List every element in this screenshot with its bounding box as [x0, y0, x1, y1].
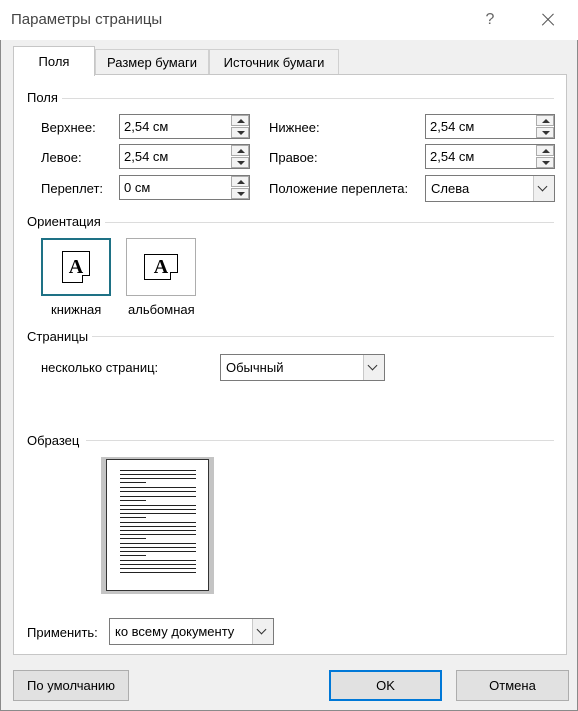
gutter-position-label: Положение переплета: [269, 181, 409, 196]
pages-group-label: Страницы [27, 329, 93, 344]
ok-button[interactable]: OK [329, 670, 442, 701]
group-divider [86, 440, 554, 441]
gutter-label: Переплет: [41, 181, 104, 196]
tab-paper-size[interactable]: Размер бумаги [95, 49, 209, 75]
help-button[interactable]: ? [478, 8, 502, 32]
tab-margins[interactable]: Поля [13, 46, 95, 76]
landscape-label: альбомная [128, 302, 195, 317]
portrait-label: книжная [51, 302, 102, 317]
chevron-down-icon[interactable] [533, 176, 554, 201]
dialog-title: Параметры страницы [11, 11, 163, 28]
landscape-button[interactable]: A [126, 238, 196, 296]
margins-group-label: Поля [27, 90, 62, 105]
bottom-margin-label: Нижнее: [269, 120, 320, 135]
title-bar: Параметры страницы ? [0, 0, 578, 40]
apply-label: Применить: [27, 625, 98, 640]
spin-down-icon[interactable] [231, 188, 249, 199]
spin-up-icon[interactable] [231, 115, 249, 126]
spin-down-icon[interactable] [231, 127, 249, 138]
spin-down-icon[interactable] [536, 157, 554, 168]
spin-down-icon[interactable] [231, 157, 249, 168]
apply-to-select[interactable]: ко всему документу [109, 618, 274, 645]
preview-page [106, 459, 209, 591]
bottom-margin-value: 2,54 см [430, 119, 475, 134]
group-divider [88, 336, 554, 337]
orientation-group-label: Ориентация [27, 214, 105, 229]
left-margin-spinner[interactable]: 2,54 см [119, 144, 250, 169]
right-margin-spinner[interactable]: 2,54 см [425, 144, 555, 169]
spin-up-icon[interactable] [536, 115, 554, 126]
top-margin-spinner[interactable]: 2,54 см [119, 114, 250, 139]
multiple-pages-label: несколько страниц: [41, 360, 159, 375]
multiple-pages-value: Обычный [226, 360, 284, 375]
landscape-page-icon: A [144, 254, 178, 280]
apply-to-value: ко всему документу [115, 624, 235, 639]
spin-up-icon[interactable] [231, 145, 249, 156]
default-button[interactable]: По умолчанию [13, 670, 129, 701]
gutter-spinner[interactable]: 0 см [119, 175, 250, 200]
spin-up-icon[interactable] [231, 176, 249, 187]
cancel-button[interactable]: Отмена [456, 670, 569, 701]
top-margin-value: 2,54 см [124, 119, 169, 134]
portrait-page-icon: A [62, 251, 90, 283]
spin-up-icon[interactable] [536, 145, 554, 156]
chevron-down-icon[interactable] [363, 355, 384, 380]
spin-down-icon[interactable] [536, 127, 554, 138]
chevron-down-icon[interactable] [252, 619, 273, 644]
preview-group-label: Образец [27, 433, 84, 448]
group-divider [62, 98, 554, 99]
bottom-margin-spinner[interactable]: 2,54 см [425, 114, 555, 139]
gutter-position-select[interactable]: Слева [425, 175, 555, 202]
top-margin-label: Верхнее: [41, 120, 96, 135]
left-margin-label: Левое: [41, 150, 82, 165]
left-margin-value: 2,54 см [124, 149, 169, 164]
gutter-position-value: Слева [431, 181, 470, 196]
multiple-pages-select[interactable]: Обычный [220, 354, 385, 381]
group-divider [103, 222, 554, 223]
tab-paper-source[interactable]: Источник бумаги [209, 49, 339, 75]
portrait-button[interactable]: A [41, 238, 111, 296]
close-icon[interactable] [536, 8, 560, 32]
right-margin-label: Правое: [269, 150, 318, 165]
right-margin-value: 2,54 см [430, 149, 475, 164]
gutter-value: 0 см [124, 180, 151, 195]
